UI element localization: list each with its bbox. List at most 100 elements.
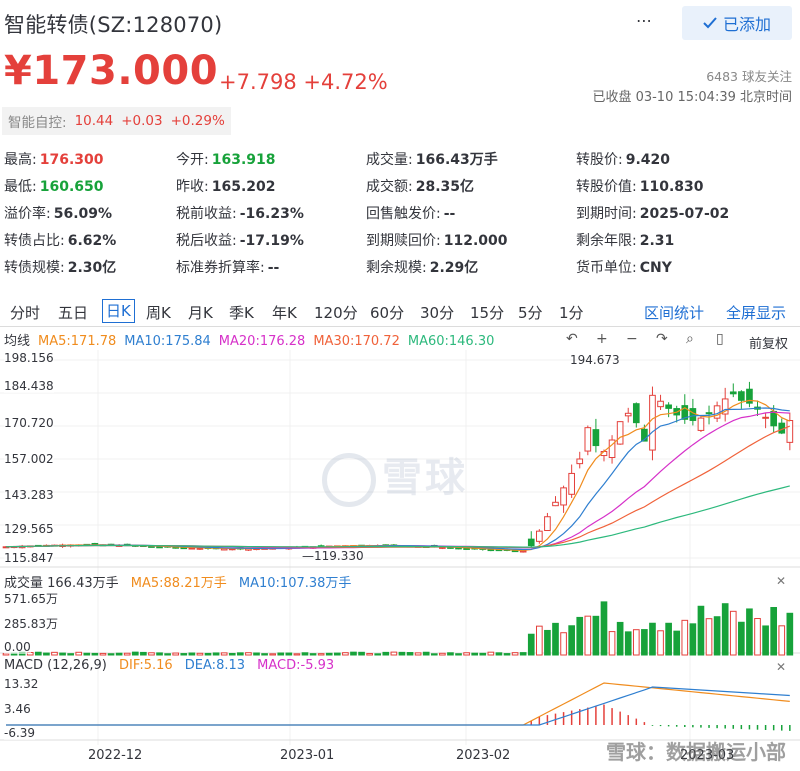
zoom-in-icon[interactable]: + [596,331,608,347]
tab-10[interactable]: 15分 [470,302,504,323]
volume-bar [536,625,543,656]
candle-body [592,429,600,447]
ma-item: MA5:171.78 [38,334,117,349]
volume-bar [738,621,745,656]
price-tick: 198.156 [4,351,54,365]
date-tick: 2022-12 [88,748,143,763]
volume-bar [487,651,495,656]
tab-3[interactable]: 周K [146,302,171,323]
close-macd-icon[interactable]: ✕ [776,660,786,674]
tab-1[interactable]: 五日 [58,302,88,323]
tab-12[interactable]: 1分 [559,302,584,323]
stat-item: 今开: 163.918 [176,149,275,169]
volume-bar [479,652,487,656]
volume-bar [754,618,761,656]
price-change: +7.798 +4.72% [219,70,388,94]
stat-item: 货币单位: CNY [576,257,672,277]
candle-body [697,417,705,431]
candle-body [584,427,592,452]
macd-tick: -6.39 [4,726,36,740]
tab-11[interactable]: 5分 [518,302,543,323]
tab-0[interactable]: 分时 [10,302,40,323]
stat-item: 成交量: 166.43万手 [366,149,498,169]
stat-value: 112.000 [443,233,508,249]
volume-bar [131,651,139,656]
volume-bar [552,622,559,656]
volume-bar [237,652,244,656]
candle-body [689,408,697,421]
volume-bar [180,653,188,656]
volume-bar [689,623,697,656]
volume-bar [75,651,83,656]
volume-bar [374,653,382,656]
search-icon[interactable]: ⌕ [686,331,694,347]
ma-item: MA10:175.84 [124,334,211,349]
stat-value: -- [443,206,456,222]
candle-body [568,472,575,495]
more-options-icon[interactable]: ⋯ [636,11,653,30]
kline-chart[interactable] [0,350,800,770]
volume-bar [107,653,115,656]
stat-item: 转债规模: 2.30亿 [4,257,116,277]
date-tick: 2023-02 [456,748,511,763]
tab-7[interactable]: 120分 [314,302,358,323]
stat-label: 溢价率: [4,206,51,222]
tab-5[interactable]: 季K [229,302,254,323]
volume-bar [439,652,446,656]
volume-legend: 成交量 166.43万手 MA5:88.21万手 MA10:107.38万手 [4,572,359,591]
tab-8[interactable]: 60分 [370,302,404,323]
price-tick: 157.002 [4,452,54,466]
candle-body [616,421,624,445]
volume-bar [277,652,285,656]
volume-bar [681,619,689,656]
zoom-out-icon[interactable]: − [626,331,638,347]
tab-2[interactable]: 日K [102,299,135,323]
stat-value: 2.30亿 [67,260,117,276]
candle-body [738,391,745,401]
followers-count[interactable]: 6483 球友关注 [706,66,792,85]
tab-9[interactable]: 30分 [420,302,454,323]
volume-bar [665,622,672,656]
stat-label: 标准券折算率: [176,260,265,276]
footer-watermark: 雪球：数据搬运小部 [606,740,786,764]
redo-icon[interactable]: ↷ [656,331,668,347]
underlying-change-pct: +0.29% [170,113,225,129]
range-stats-button[interactable]: 区间统计 [644,302,704,323]
price-tick: 115.847 [4,551,54,565]
stat-value: 56.09% [53,206,113,222]
candle-body [665,404,672,409]
price-tick: 170.720 [4,416,54,430]
volume-bar [59,652,66,656]
tab-4[interactable]: 月K [188,302,213,323]
volume-bar [99,652,107,656]
stat-value: 2025-07-02 [639,206,730,222]
underlying-name: 智能自控: [8,115,67,131]
volume-bar [83,652,91,656]
volume-bar [261,653,268,656]
stat-item: 剩余规模: 2.29亿 [366,257,478,277]
macd-tick: 3.46 [4,702,31,716]
volume-bar [576,616,584,656]
volume-bar [632,629,640,656]
added-to-watchlist-button[interactable]: 已添加 [682,6,792,40]
volume-bar [34,651,42,656]
volume-bar [164,653,171,656]
close-volume-icon[interactable]: ✕ [776,574,786,588]
underlying-price: 10.44 [74,113,114,129]
volume-bar [269,653,276,656]
volume-bar [568,625,575,656]
volume-bar [414,652,422,656]
fullscreen-button[interactable]: 全屏显示 [726,302,786,323]
undo-icon[interactable]: ↶ [566,331,578,347]
underlying-stock-chip[interactable]: 智能自控: 10.44 +0.03 +0.29% [2,107,231,135]
stat-value: CNY [639,260,672,276]
stat-label: 转股价值: [576,179,637,195]
tab-6[interactable]: 年K [272,302,297,323]
stat-label: 转债规模: [4,260,65,276]
stat-value: 163.918 [211,152,276,168]
volume-label: 成交量 166.43万手 [4,576,119,591]
volume-bar [592,615,600,656]
candle-body [649,394,656,451]
volume-bar [382,651,390,656]
candle-style-icon[interactable]: ▯ [716,331,724,347]
